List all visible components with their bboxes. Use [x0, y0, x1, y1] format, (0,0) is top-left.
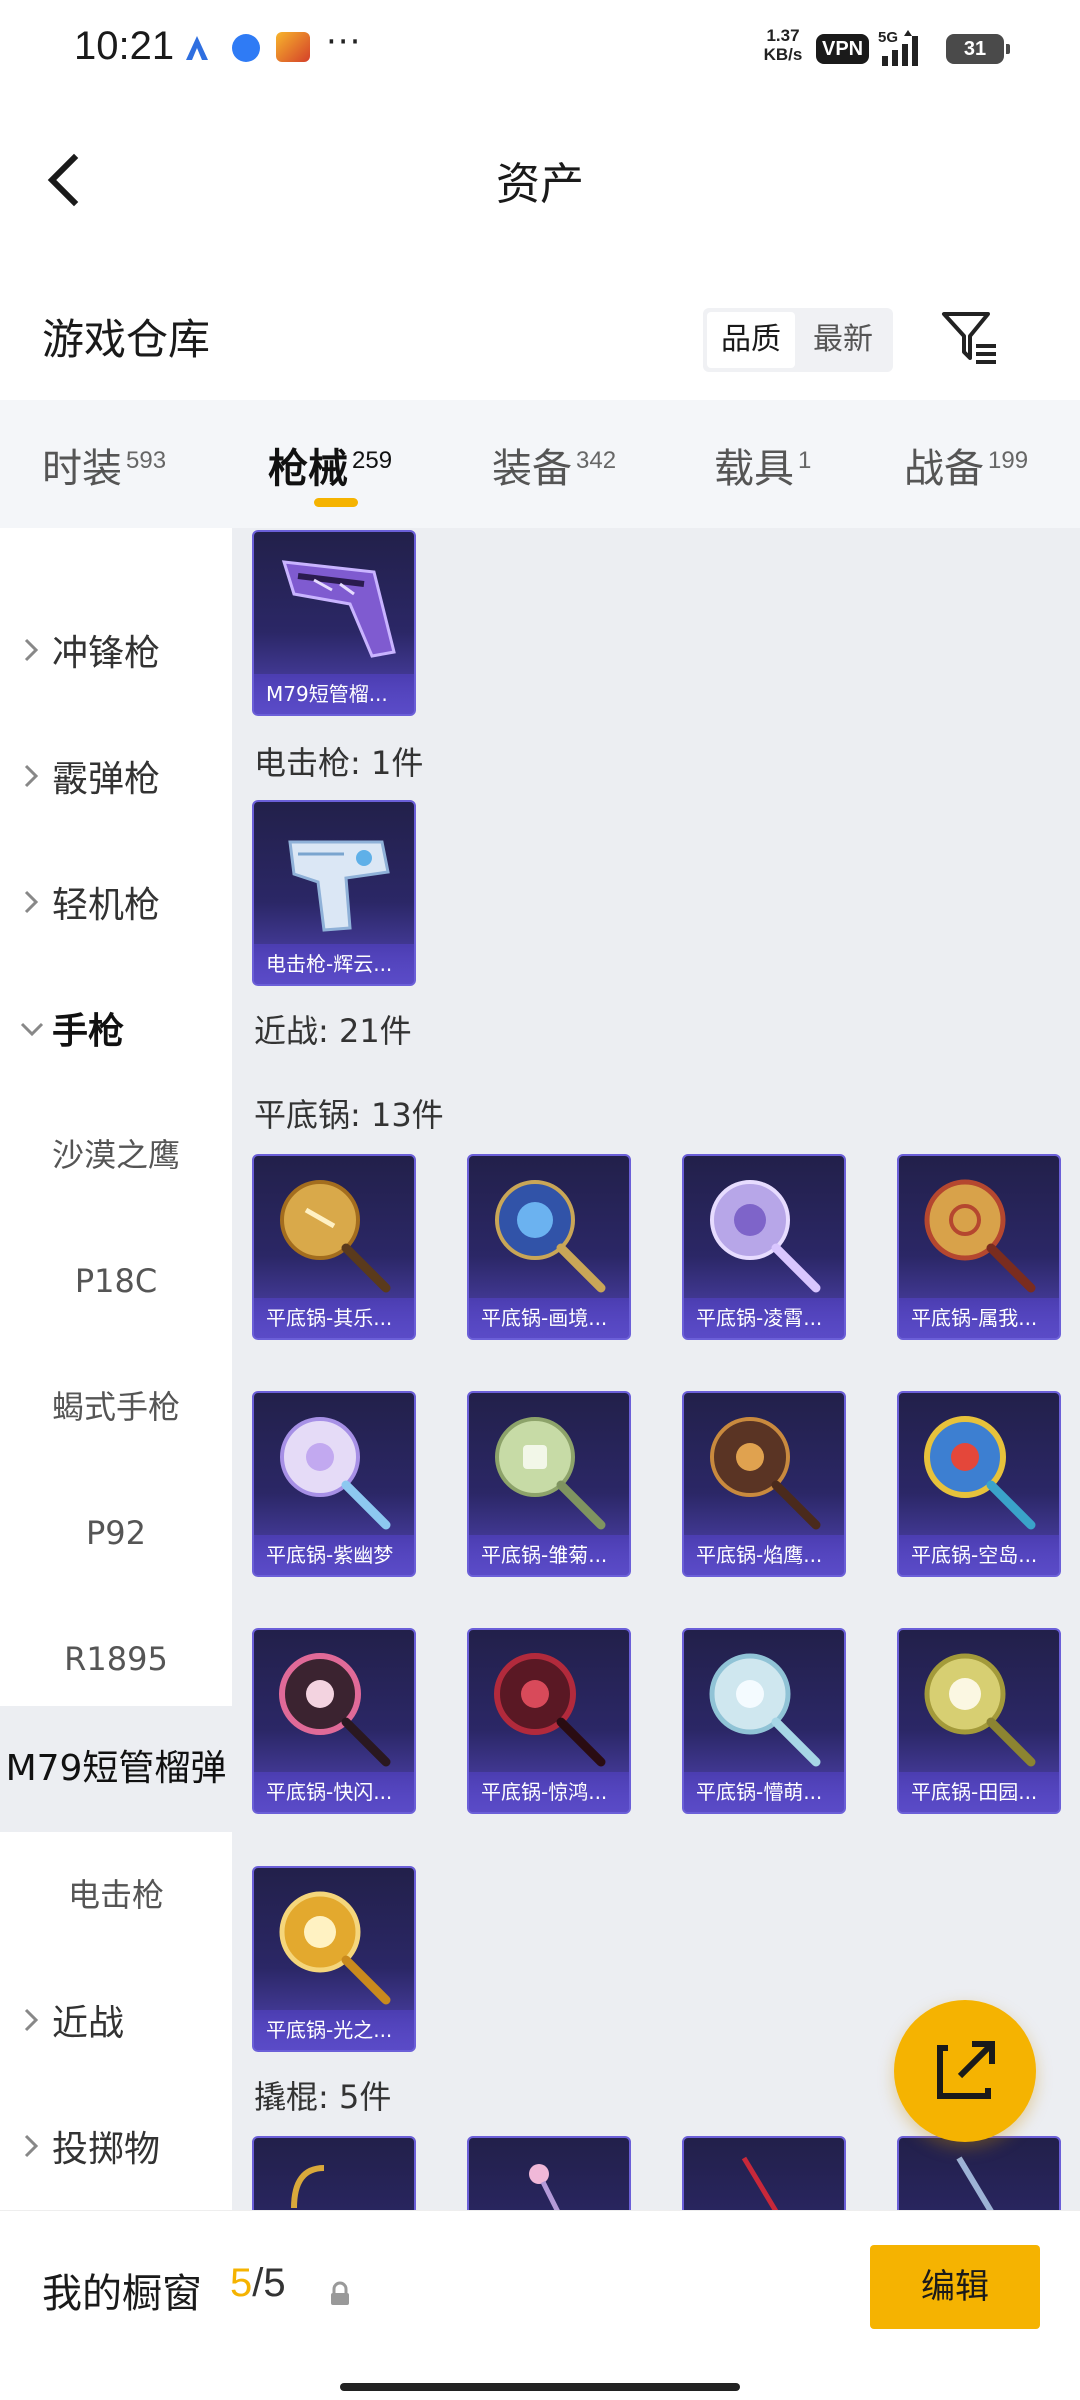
item-card[interactable]: [897, 2136, 1061, 2210]
sidebar-sub-skorpion[interactable]: 蝎式手枪: [0, 1344, 232, 1470]
tab-supplies[interactable]: 战备 199: [904, 436, 1028, 496]
filter-icon[interactable]: [940, 308, 1000, 368]
showcase-count: 5/5: [230, 2261, 286, 2305]
frying-pan-icon: [494, 1653, 606, 1767]
frying-pan-icon: [495, 1417, 606, 1530]
stun-gun-icon: [288, 840, 390, 932]
sort-newest-button[interactable]: 最新: [799, 312, 887, 368]
frying-pan-icon: [280, 1180, 391, 1293]
sidebar-sub-r1895[interactable]: R1895: [0, 1596, 232, 1722]
item-card[interactable]: 电击枪-辉云...: [252, 800, 416, 986]
notification-game-icon: [276, 32, 310, 62]
frying-pan-icon: [279, 1653, 391, 1767]
frying-pan-icon: [710, 1180, 821, 1293]
item-card[interactable]: 平底锅-其乐...: [252, 1154, 416, 1340]
crowbar-icon: [291, 2165, 325, 2209]
crowbar-icon: [741, 2156, 779, 2210]
notification-app-icon: [232, 34, 260, 62]
tab-vehicles[interactable]: 载具 1: [714, 436, 811, 496]
sidebar-sub-stun-gun[interactable]: 电击枪: [0, 1832, 232, 1958]
sidebar-sub-desert-eagle[interactable]: 沙漠之鹰: [0, 1092, 232, 1218]
item-card[interactable]: 平底锅-空岛...: [897, 1391, 1061, 1577]
tab-fashion[interactable]: 时装 593: [42, 436, 166, 496]
sort-quality-button[interactable]: 品质: [707, 312, 795, 368]
item-card[interactable]: 平底锅-焰鹰...: [682, 1391, 846, 1577]
frying-pan-icon: [495, 1180, 606, 1293]
edit-button[interactable]: 编辑: [870, 2245, 1040, 2329]
item-card[interactable]: 平底锅-光之...: [252, 1866, 416, 2052]
title-bar: 资产: [0, 100, 1080, 260]
sidebar-item-smg[interactable]: 冲锋枪: [0, 588, 232, 714]
chevron-right-icon: [24, 2134, 39, 2158]
signal-icon: 5G: [878, 29, 918, 66]
network-type: 5G: [878, 29, 898, 46]
chevron-down-icon: [20, 1022, 44, 1037]
chevron-right-icon: [24, 890, 39, 914]
section-title-crowbar: 撬棍: 5件: [254, 2078, 392, 2116]
more-notifications-icon: ···: [326, 22, 362, 62]
crowbar-icon: [956, 2156, 994, 2210]
frying-pan-icon: [710, 1417, 821, 1530]
frying-pan-icon: [279, 1891, 391, 2005]
grenade-launcher-icon: [281, 560, 396, 658]
warehouse-title: 游戏仓库: [42, 315, 211, 364]
sidebar-item-lmg[interactable]: 轻机枪: [0, 840, 232, 966]
item-card[interactable]: 平底锅-快闪...: [252, 1628, 416, 1814]
item-card[interactable]: 平底锅-懵萌...: [682, 1628, 846, 1814]
sidebar-item-throwables[interactable]: 投掷物: [0, 2084, 232, 2210]
sidebar-item-pistol[interactable]: 手枪: [0, 966, 232, 1092]
item-card[interactable]: 平底锅-惊鸿...: [467, 1628, 631, 1814]
category-sidebar: 冲锋枪 霰弹枪 轻机枪 手枪 沙漠之鹰 P18C 蝎式手枪 P92 R1895 …: [0, 528, 232, 2210]
sidebar-sub-m79[interactable]: M79短管榴弹: [0, 1706, 232, 1832]
frying-pan-icon: [709, 1653, 821, 1767]
battery-icon: 31: [946, 34, 1010, 64]
share-button[interactable]: [894, 2000, 1036, 2142]
frying-pan-icon: [924, 1179, 1036, 1293]
chevron-right-icon: [24, 2008, 39, 2032]
frying-pan-icon: [924, 1653, 1036, 1767]
tab-equipment[interactable]: 装备 342: [492, 436, 616, 496]
tab-guns[interactable]: 枪械 259: [268, 436, 392, 496]
frying-pan-icon: [280, 1417, 391, 1530]
page-title: 资产: [496, 159, 584, 210]
sidebar-sub-p92[interactable]: P92: [0, 1470, 232, 1596]
share-icon: [937, 2041, 995, 2099]
chevron-right-icon: [24, 764, 39, 788]
section-title-melee: 近战: 21件: [254, 1012, 412, 1050]
sidebar-item-melee[interactable]: 近战: [0, 1958, 232, 2084]
sort-toggle: 品质 最新: [703, 308, 893, 372]
item-card[interactable]: [467, 2136, 631, 2210]
item-card[interactable]: 平底锅-田园...: [897, 1628, 1061, 1814]
status-bar: 10:21 ··· 1.37 KB/s VPN 5G 31: [0, 0, 1080, 100]
item-card[interactable]: M79短管榴...: [252, 530, 416, 716]
vpn-badge: VPN: [816, 34, 870, 64]
item-card[interactable]: 平底锅-紫幽梦: [252, 1391, 416, 1577]
sidebar-item-shotgun[interactable]: 霰弹枪: [0, 714, 232, 840]
crowbar-icon: [529, 2164, 560, 2210]
item-card[interactable]: 平底锅-凌霄...: [682, 1154, 846, 1340]
item-card[interactable]: 平底锅-属我...: [897, 1154, 1061, 1340]
showcase-title: 我的橱窗: [42, 2271, 202, 2317]
warehouse-header: 游戏仓库 品质 最新: [0, 260, 1080, 400]
item-card[interactable]: 平底锅-画境...: [467, 1154, 631, 1340]
item-card[interactable]: [682, 2136, 846, 2210]
status-time: 10:21: [74, 24, 175, 68]
active-tab-indicator: [314, 498, 358, 507]
lock-icon: [331, 2281, 349, 2305]
chevron-right-icon: [24, 638, 39, 662]
section-title-stun-gun: 电击枪: 1件: [254, 744, 424, 782]
item-card[interactable]: [252, 2136, 416, 2210]
item-card[interactable]: 平底锅-雏菊...: [467, 1391, 631, 1577]
notification-a-icon: [186, 36, 208, 60]
item-grid: M79短管榴... 电击枪: 1件 电击枪-辉云... 近战: 21件 平底锅:…: [232, 528, 1080, 2210]
sidebar-sub-p18c[interactable]: P18C: [0, 1218, 232, 1344]
home-indicator[interactable]: [340, 2383, 740, 2391]
category-tabs: 时装 593 枪械 259 装备 342 载具 1 战备 199: [0, 400, 1080, 528]
section-title-pan: 平底锅: 13件: [254, 1096, 444, 1134]
net-speed: 1.37 KB/s: [763, 26, 803, 64]
showcase-bar: 我的橱窗 5/5 编辑: [0, 2210, 1080, 2400]
frying-pan-icon: [924, 1416, 1036, 1530]
